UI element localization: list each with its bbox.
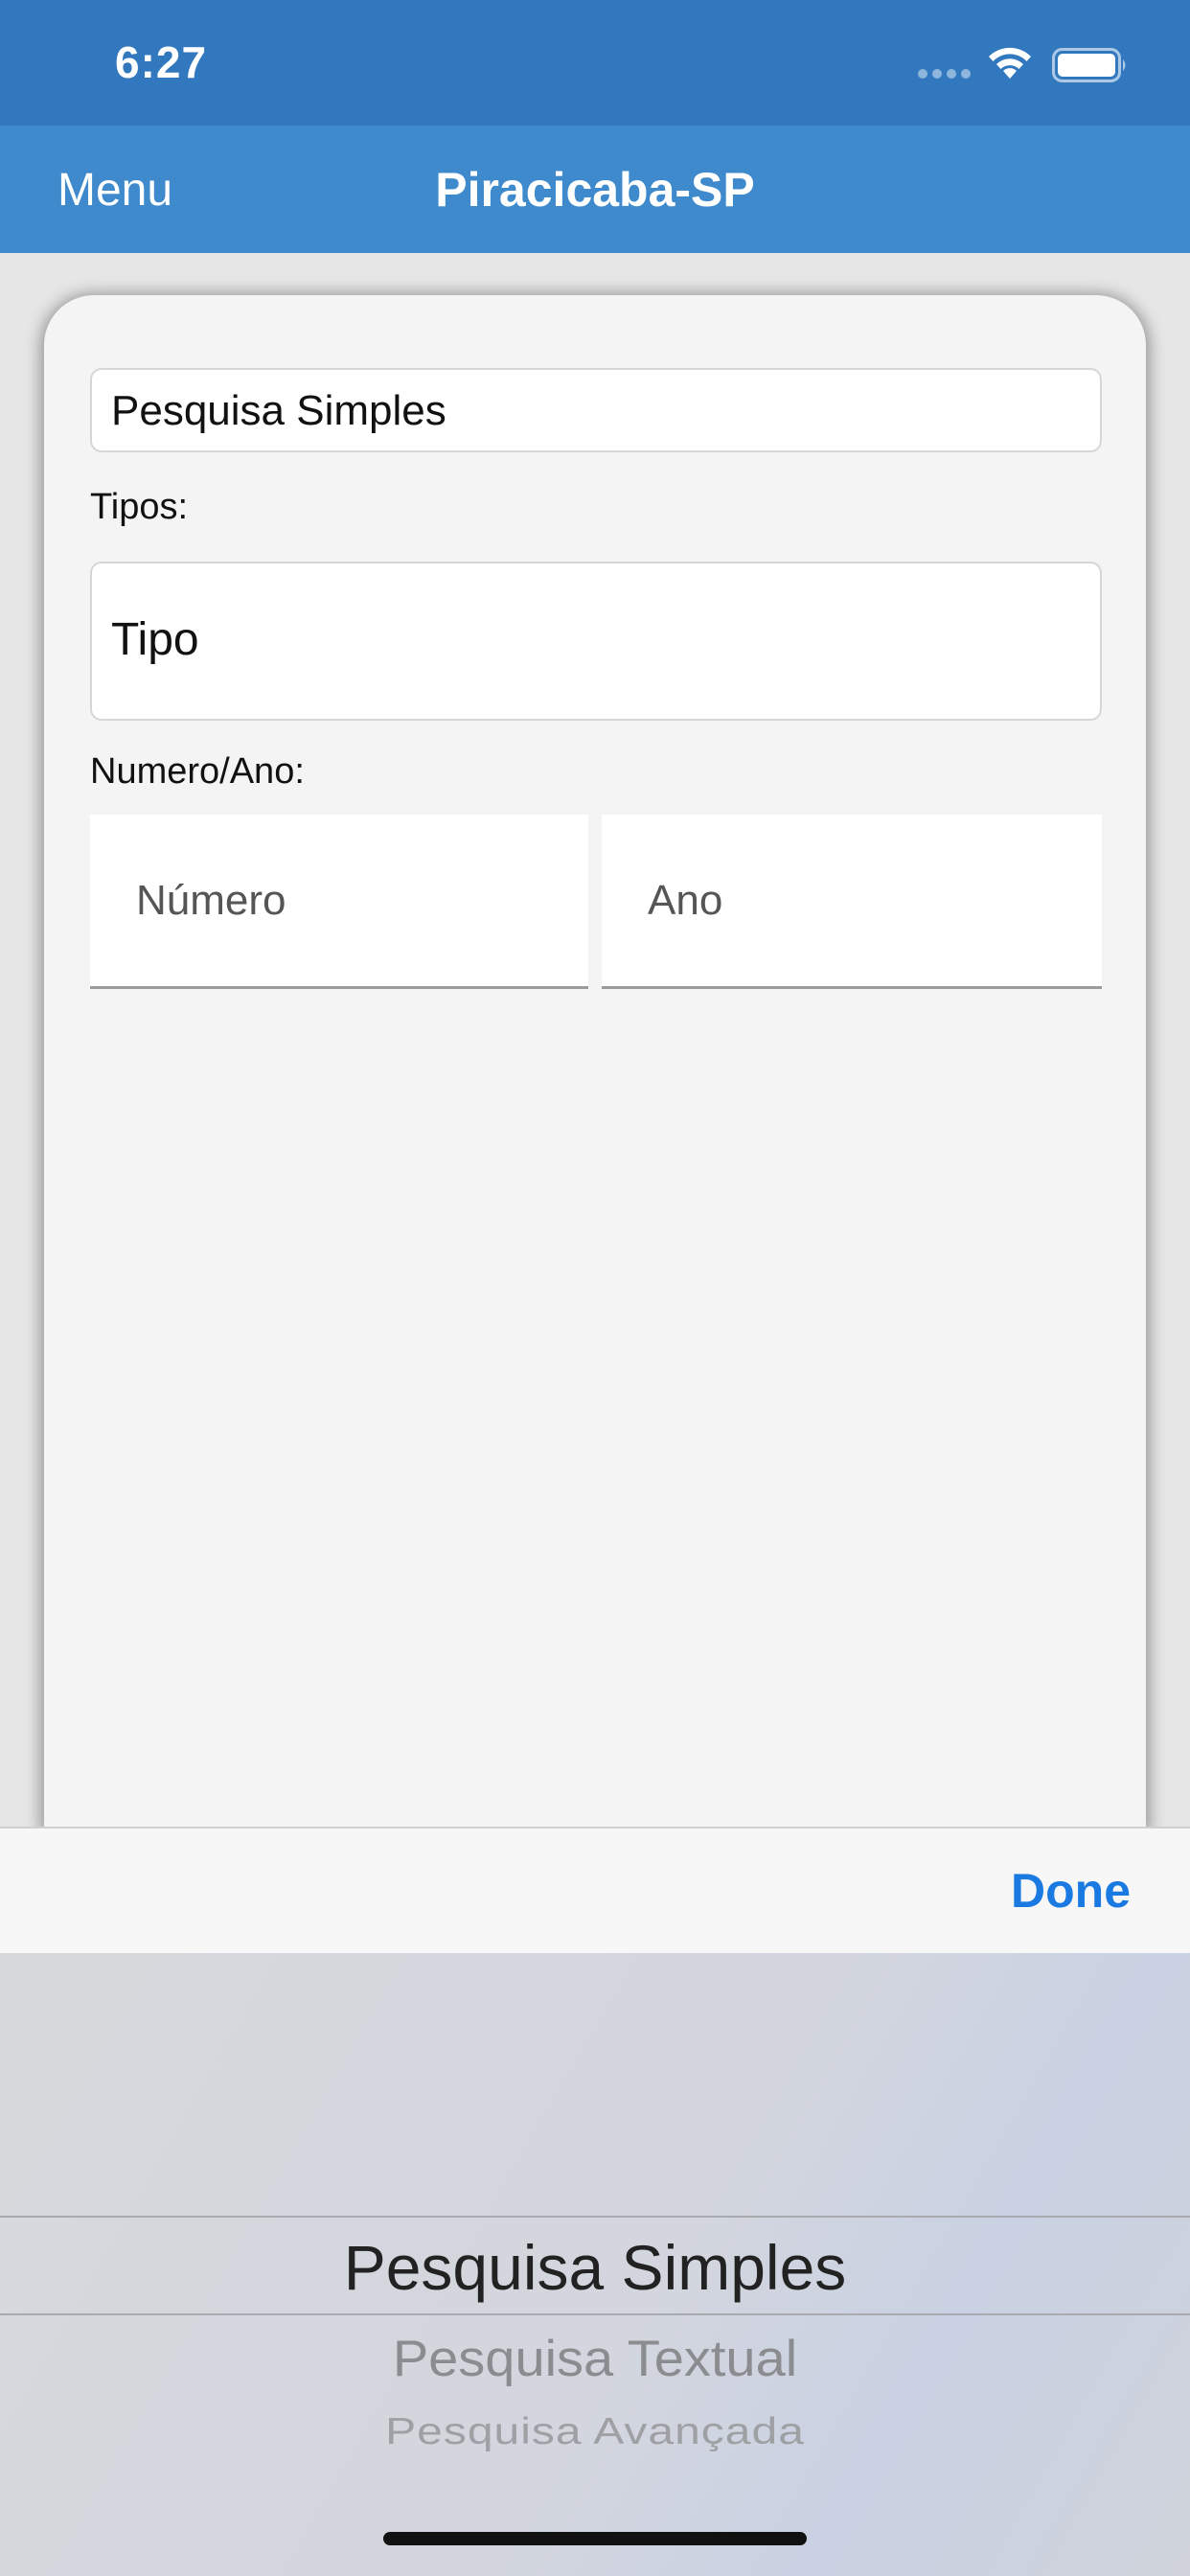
home-indicator [383, 2532, 807, 2545]
picker-option[interactable]: Pesquisa Textual [0, 2329, 1190, 2387]
picker-option[interactable]: Pesquisa Avançada [0, 2410, 1190, 2453]
signal-dots-icon [918, 69, 971, 79]
ano-field-container [602, 815, 1102, 989]
numero-input[interactable] [90, 815, 588, 986]
search-mode-picker[interactable]: Pesquisa Simples Pesquisa Textual Pesqui… [0, 1953, 1190, 2576]
page-title: Piracicaba-SP [435, 163, 755, 217]
numero-ano-label: Numero/Ano: [90, 751, 305, 792]
search-card: Pesquisa Simples Tipos: Tipo Numero/Ano: [44, 295, 1146, 1828]
picker-toolbar: Done [0, 1827, 1190, 1953]
picker-option-selected[interactable]: Pesquisa Simples [0, 2231, 1190, 2304]
tipos-label: Tipos: [90, 487, 189, 527]
status-bar: 6:27 [0, 0, 1190, 126]
tipo-select[interactable]: Tipo [90, 562, 1102, 721]
wifi-icon [989, 47, 1031, 79]
search-mode-field[interactable]: Pesquisa Simples [90, 368, 1102, 452]
battery-icon [1052, 48, 1126, 82]
ano-input[interactable] [602, 815, 1102, 986]
status-time: 6:27 [115, 37, 208, 87]
nav-bar: Menu Piracicaba-SP [0, 126, 1190, 253]
done-button[interactable]: Done [1011, 1863, 1131, 1919]
numero-field-container [90, 815, 588, 989]
